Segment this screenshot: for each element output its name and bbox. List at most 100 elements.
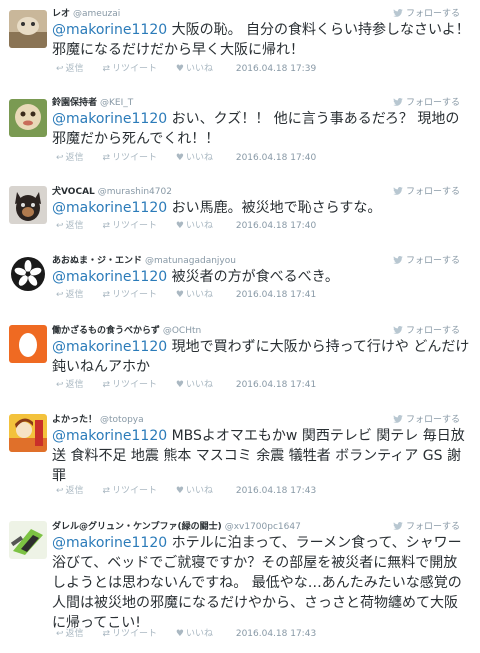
display-name[interactable]: 働かざるもの食うべからず	[52, 326, 160, 336]
like-button[interactable]: ♥ いいね	[176, 289, 213, 301]
tweet-text: @makorine1120 おい馬鹿。被災地で恥さらすな。	[52, 198, 470, 218]
timestamp[interactable]: 2016.04.18 17:40	[236, 153, 316, 163]
follow-label: フォローする	[405, 9, 460, 19]
mention-link[interactable]: @makorine1120	[52, 200, 167, 216]
tweet: 犬VOCAL @murashin4702 フォローする @makorine1120…	[0, 186, 480, 232]
follow-button[interactable]: フォローする	[393, 255, 460, 267]
retweet-icon: ⇄	[102, 629, 110, 639]
retweet-button[interactable]: ⇄ リツイート	[102, 152, 157, 164]
like-button[interactable]: ♥ いいね	[176, 379, 213, 391]
tweet-text: @makorine1120 おい、クズ！！ 他に言う事あるだろ？ 現地の邪魔だか…	[52, 109, 470, 149]
screen-name[interactable]: @ameuzai	[73, 9, 120, 19]
heart-icon: ♥	[175, 380, 184, 390]
like-button[interactable]: ♥ いいね	[176, 220, 213, 232]
timestamp[interactable]: 2016.04.18 17:43	[236, 486, 316, 496]
display-name[interactable]: あおぬま・ジ・エンド	[52, 256, 142, 266]
heart-icon: ♥	[175, 486, 184, 496]
like-button[interactable]: ♥ いいね	[176, 152, 213, 164]
reply-button[interactable]: ↩ 返信	[56, 485, 84, 497]
mention-link[interactable]: @makorine1120	[52, 111, 167, 127]
like-button[interactable]: ♥ いいね	[176, 628, 213, 640]
avatar[interactable]	[9, 414, 47, 452]
display-name[interactable]: 鈴園保持者	[52, 98, 97, 108]
heart-icon: ♥	[175, 221, 184, 231]
follow-label: フォローする	[405, 256, 460, 266]
tweet-text: @makorine1120 被災者の方が食べるべき。	[52, 267, 470, 287]
reply-button[interactable]: ↩ 返信	[56, 220, 84, 232]
tweet-header: あおぬま・ジ・エンド @matunagadanjyou	[52, 255, 236, 267]
screen-name[interactable]: @OCHtn	[163, 326, 201, 336]
retweet-button[interactable]: ⇄ リツイート	[102, 379, 157, 391]
reply-button[interactable]: ↩ 返信	[56, 63, 84, 75]
tweet-text: @makorine1120 ホテルに泊まって、ラーメン食って、シャワー浴びて、ベ…	[52, 533, 470, 633]
tweet-header: 犬VOCAL @murashin4702	[52, 186, 172, 198]
follow-label: フォローする	[405, 415, 460, 425]
timestamp[interactable]: 2016.04.18 17:43	[236, 629, 316, 639]
twitter-bird-icon	[393, 9, 403, 17]
retweet-button[interactable]: ⇄ リツイート	[102, 63, 157, 75]
mention-link[interactable]: @makorine1120	[52, 339, 167, 355]
tweet: ダレル@グリュン・ケンプファ(緑の闘士) @xv1700pc1647 フォローする…	[0, 521, 480, 649]
tweet-header: 鈴園保持者 @KEI_T	[52, 97, 133, 109]
display-name[interactable]: レオ	[52, 9, 70, 19]
reply-button[interactable]: ↩ 返信	[56, 152, 84, 164]
tweet-header: レオ @ameuzai	[52, 8, 120, 20]
retweet-button[interactable]: ⇄ リツイート	[102, 220, 157, 232]
reply-icon: ↩	[56, 629, 64, 639]
retweet-icon: ⇄	[102, 153, 110, 163]
reply-button[interactable]: ↩ 返信	[56, 628, 84, 640]
twitter-bird-icon	[393, 187, 403, 195]
tweet-actions: ↩ 返信 ⇄ リツイート ♥ いいね 2016.04.18 17:40	[56, 220, 316, 232]
retweet-button[interactable]: ⇄ リツイート	[102, 289, 157, 301]
retweet-button[interactable]: ⇄ リツイート	[102, 628, 157, 640]
avatar[interactable]	[9, 521, 47, 559]
timestamp[interactable]: 2016.04.18 17:39	[236, 64, 316, 74]
avatar[interactable]	[9, 255, 47, 293]
heart-icon: ♥	[175, 153, 184, 163]
follow-button[interactable]: フォローする	[393, 186, 460, 198]
tweet-actions: ↩ 返信 ⇄ リツイート ♥ いいね 2016.04.18 17:40	[56, 152, 316, 164]
timestamp[interactable]: 2016.04.18 17:41	[236, 290, 316, 300]
follow-button[interactable]: フォローする	[393, 521, 460, 533]
display-name[interactable]: ダレル@グリュン・ケンプファ(緑の闘士)	[52, 522, 222, 532]
mention-link[interactable]: @makorine1120	[52, 269, 167, 285]
reply-icon: ↩	[56, 153, 64, 163]
display-name[interactable]: よかった！	[52, 415, 97, 425]
avatar[interactable]	[9, 325, 47, 363]
avatar[interactable]	[9, 99, 47, 137]
timestamp[interactable]: 2016.04.18 17:40	[236, 221, 316, 231]
reply-button[interactable]: ↩ 返信	[56, 289, 84, 301]
tweet-header: よかった！ @totopya	[52, 414, 144, 426]
retweet-button[interactable]: ⇄ リツイート	[102, 485, 157, 497]
mention-link[interactable]: @makorine1120	[52, 428, 167, 444]
follow-button[interactable]: フォローする	[393, 8, 460, 20]
twitter-bird-icon	[393, 415, 403, 423]
screen-name[interactable]: @matunagadanjyou	[145, 256, 236, 266]
like-button[interactable]: ♥ いいね	[176, 485, 213, 497]
timestamp[interactable]: 2016.04.18 17:41	[236, 380, 316, 390]
follow-button[interactable]: フォローする	[393, 325, 460, 337]
tweet: よかった！ @totopya フォローする @makorine1120 MBSよオ…	[0, 414, 480, 502]
screen-name[interactable]: @KEI_T	[100, 98, 133, 108]
display-name[interactable]: 犬VOCAL	[52, 187, 95, 197]
avatar[interactable]	[9, 10, 47, 48]
mention-link[interactable]: @makorine1120	[52, 22, 167, 38]
screen-name[interactable]: @totopya	[100, 415, 144, 425]
screen-name[interactable]: @murashin4702	[98, 187, 172, 197]
twitter-bird-icon	[393, 98, 403, 106]
avatar[interactable]	[9, 186, 47, 224]
twitter-bird-icon	[393, 522, 403, 530]
screen-name[interactable]: @xv1700pc1647	[225, 522, 301, 532]
follow-button[interactable]: フォローする	[393, 97, 460, 109]
heart-icon: ♥	[175, 290, 184, 300]
mention-link[interactable]: @makorine1120	[52, 535, 167, 551]
reply-icon: ↩	[56, 221, 64, 231]
follow-label: フォローする	[405, 187, 460, 197]
follow-button[interactable]: フォローする	[393, 414, 460, 426]
reply-button[interactable]: ↩ 返信	[56, 379, 84, 391]
tweet-actions: ↩ 返信 ⇄ リツイート ♥ いいね 2016.04.18 17:41	[56, 289, 316, 301]
like-button[interactable]: ♥ いいね	[176, 63, 213, 75]
retweet-icon: ⇄	[102, 380, 110, 390]
tweet: あおぬま・ジ・エンド @matunagadanjyou フォローする @makor…	[0, 255, 480, 301]
tweet-actions: ↩ 返信 ⇄ リツイート ♥ いいね 2016.04.18 17:43	[56, 628, 316, 640]
